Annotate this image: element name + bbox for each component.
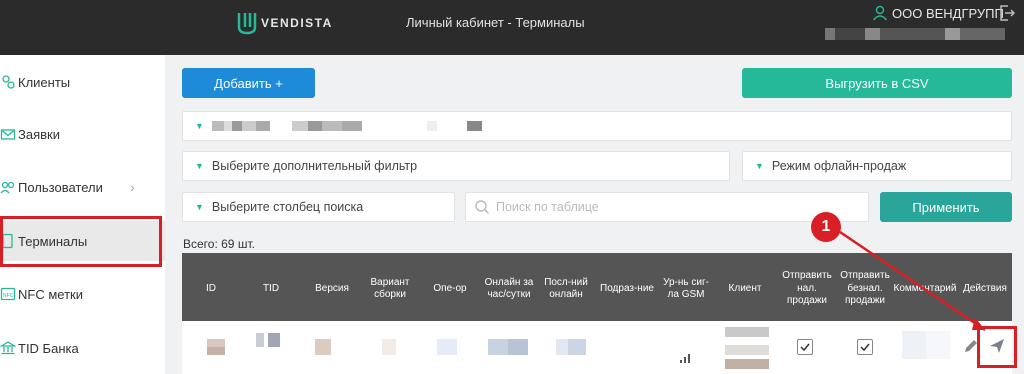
annotation-arrow: [839, 230, 986, 332]
highlight-send-action: [977, 326, 1017, 368]
step-badge: 1: [811, 212, 841, 242]
